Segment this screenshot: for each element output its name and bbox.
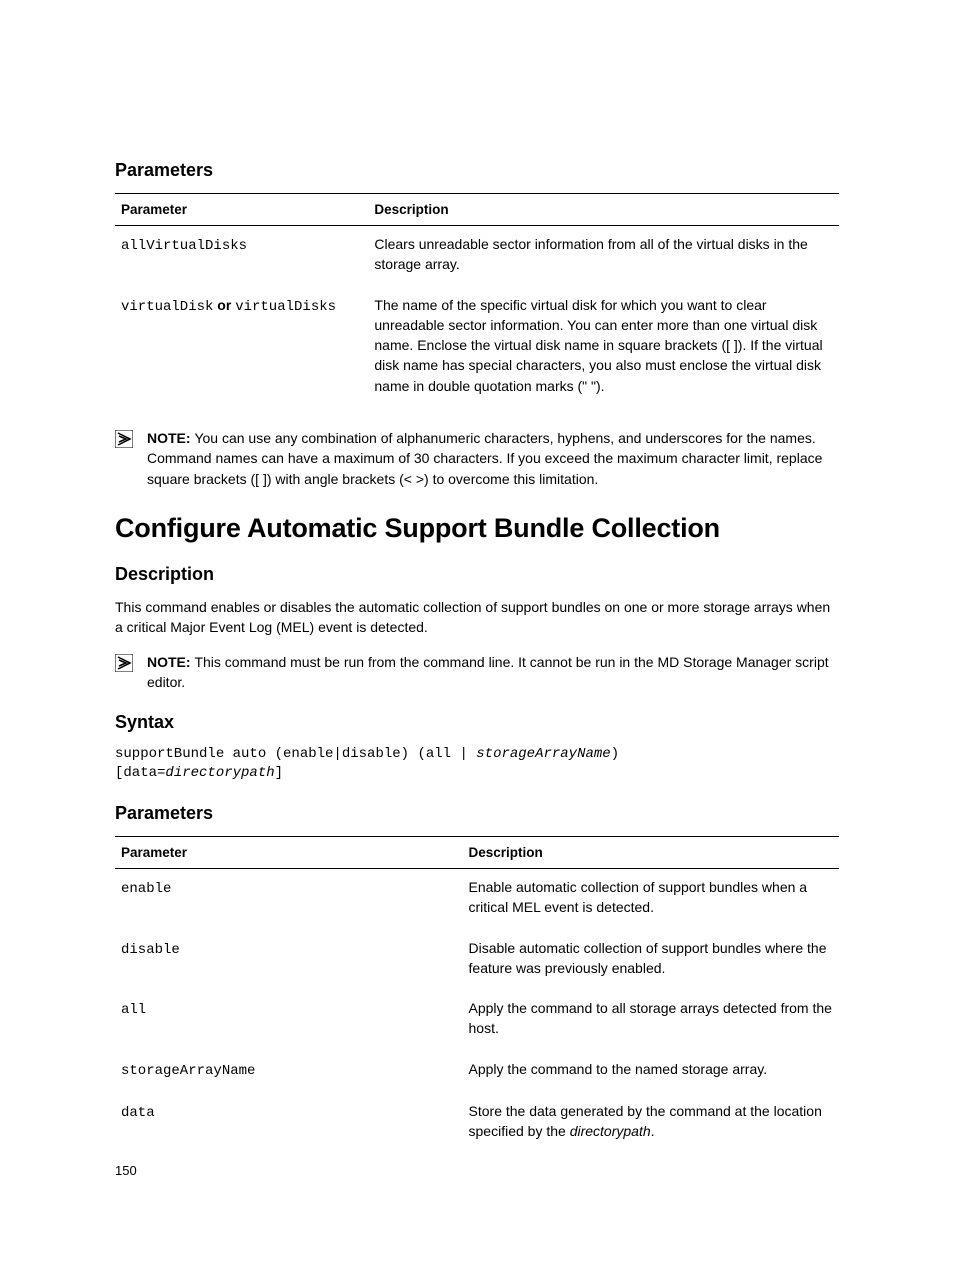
param-name: all [121, 1002, 146, 1018]
table-row: storageArrayName Apply the command to th… [115, 1051, 839, 1093]
note-icon [115, 654, 133, 672]
param-name: enable [121, 881, 171, 897]
param-desc: The name of the specific virtual disk fo… [368, 287, 839, 408]
param-desc: Apply the command to the named storage a… [463, 1051, 839, 1093]
table-row: disable Disable automatic collection of … [115, 930, 839, 991]
param-name: data [121, 1105, 155, 1121]
table-row: data Store the data generated by the com… [115, 1093, 839, 1154]
heading-syntax: Syntax [115, 712, 839, 733]
param-name-part1: virtualDisk [121, 299, 213, 315]
table-row: all Apply the command to all storage arr… [115, 990, 839, 1051]
param-name: disable [121, 942, 180, 958]
param-desc: Enable automatic collection of support b… [463, 868, 839, 929]
col-description: Description [368, 194, 839, 226]
note-label: NOTE: [147, 654, 194, 670]
table-row: enable Enable automatic collection of su… [115, 868, 839, 929]
col-description: Description [463, 836, 839, 868]
table-header-row: Parameter Description [115, 836, 839, 868]
note-icon [115, 430, 133, 448]
parameters-table-2: Parameter Description enable Enable auto… [115, 836, 839, 1154]
table-row: virtualDisk or virtualDisks The name of … [115, 287, 839, 408]
note-body: You can use any combination of alphanume… [147, 430, 822, 487]
note-label: NOTE: [147, 430, 194, 446]
note-block-1: NOTE: You can use any combination of alp… [115, 428, 839, 489]
param-desc: Clears unreadable sector information fro… [368, 226, 839, 287]
table-row: allVirtualDisks Clears unreadable sector… [115, 226, 839, 287]
document-page: Parameters Parameter Description allVirt… [0, 0, 954, 1268]
param-desc: Store the data generated by the command … [463, 1093, 839, 1154]
description-text: This command enables or disables the aut… [115, 597, 839, 638]
parameters-table-1: Parameter Description allVirtualDisks Cl… [115, 193, 839, 408]
param-or: or [213, 297, 235, 313]
heading-description: Description [115, 564, 839, 585]
param-name-part2: virtualDisks [235, 299, 336, 315]
note-text: NOTE: You can use any combination of alp… [147, 428, 839, 489]
param-desc: Apply the command to all storage arrays … [463, 990, 839, 1051]
page-title: Configure Automatic Support Bundle Colle… [115, 513, 839, 544]
page-number: 150 [115, 1163, 137, 1178]
col-parameter: Parameter [115, 194, 368, 226]
note-block-2: NOTE: This command must be run from the … [115, 652, 839, 693]
heading-parameters-2: Parameters [115, 803, 839, 824]
note-body: This command must be run from the comman… [147, 654, 829, 690]
note-text: NOTE: This command must be run from the … [147, 652, 839, 693]
param-name: storageArrayName [121, 1063, 255, 1079]
table-header-row: Parameter Description [115, 194, 839, 226]
param-name: allVirtualDisks [121, 238, 247, 254]
heading-parameters-1: Parameters [115, 160, 839, 181]
param-desc: Disable automatic collection of support … [463, 930, 839, 991]
col-parameter: Parameter [115, 836, 463, 868]
syntax-code: supportBundle auto (enable|disable) (all… [115, 745, 839, 783]
param-name-cell: virtualDisk or virtualDisks [115, 287, 368, 408]
